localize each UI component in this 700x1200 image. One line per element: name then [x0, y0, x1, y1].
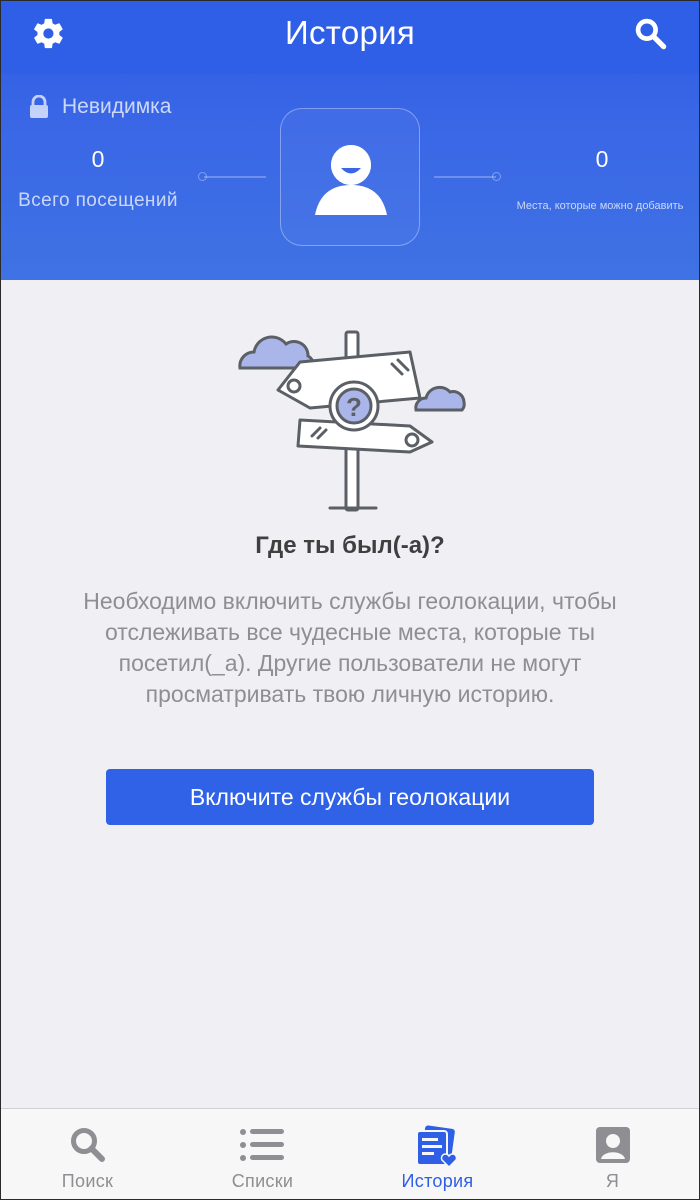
search-icon[interactable]: [633, 16, 668, 51]
lock-icon: [30, 95, 48, 118]
navigation-bar: История: [0, 0, 700, 74]
connector-line-left: [204, 176, 266, 178]
profile-icon: [595, 1127, 630, 1163]
profile-header: История Невидимка 0 Всего посещений 0 Ме…: [0, 0, 700, 280]
user-avatar-icon: [315, 145, 387, 215]
avatar[interactable]: [280, 108, 420, 246]
total-visits-count: 0: [91, 146, 105, 172]
tab-profile[interactable]: Я: [525, 1109, 700, 1200]
addable-places-label: Места, которые можно добавить: [516, 200, 684, 212]
tab-bar: Поиск Списки История Я: [0, 1108, 700, 1200]
connector-dot-right: [492, 172, 501, 181]
empty-state-heading: Где ты был(-а)?: [255, 532, 445, 559]
invisible-mode-label: Невидимка: [62, 95, 172, 118]
connector-line-right: [434, 176, 496, 178]
history-icon: [415, 1125, 457, 1169]
tab-lists-label: Списки: [231, 1171, 294, 1191]
tab-history[interactable]: История: [350, 1109, 525, 1200]
tab-search-label: Поиск: [61, 1171, 114, 1191]
connector-dot-left: [198, 172, 207, 181]
addable-places-count: 0: [595, 146, 609, 172]
page-title: История: [284, 14, 416, 51]
search-icon: [70, 1128, 105, 1162]
invisible-mode-indicator[interactable]: Невидимка: [28, 94, 171, 120]
tab-history-label: История: [401, 1171, 474, 1191]
empty-state-description: Необходимо включить службы геолокации, ч…: [83, 588, 617, 707]
enable-location-button[interactable]: Включите службы геолокации: [106, 769, 594, 825]
svg-text:?: ?: [346, 392, 362, 422]
tab-lists[interactable]: Списки: [175, 1109, 350, 1200]
signpost-illustration: ?: [238, 330, 466, 512]
tab-profile-label: Я: [605, 1171, 620, 1191]
list-icon: [239, 1129, 284, 1161]
total-visits-label: Всего посещений: [18, 190, 178, 211]
tab-search[interactable]: Поиск: [0, 1109, 175, 1200]
